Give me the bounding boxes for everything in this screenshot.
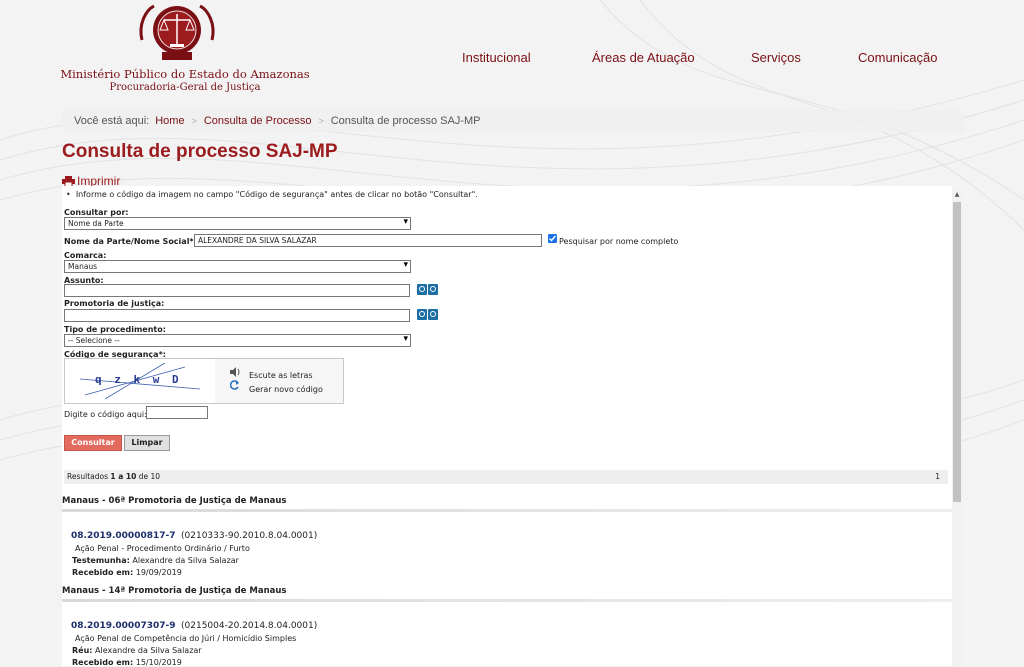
- captcha-text: q z k w D: [95, 373, 182, 386]
- scrollbar-thumb[interactable]: [953, 202, 961, 502]
- comarca-select[interactable]: Manaus: [64, 260, 411, 273]
- form-hint: • Informe o código da imagem no campo "C…: [66, 190, 478, 199]
- top-navigation: Institucional Áreas de Atuação Serviços …: [0, 50, 1024, 68]
- search-icon[interactable]: [417, 284, 427, 295]
- breadcrumb: Você está aqui: Home > Consulta de Processo…: [62, 110, 964, 132]
- breadcrumb-separator-icon: >: [191, 116, 197, 126]
- page: Ministério Público do Estado do Amazonas…: [0, 0, 1024, 667]
- results-summary-bar: Resultados 1 a 10 de 10 1: [64, 470, 948, 484]
- assunto-lookup: [417, 284, 438, 295]
- scroll-up-icon[interactable]: ▲: [952, 190, 962, 200]
- org-name: Ministério Público do Estado do Amazonas: [60, 67, 310, 81]
- process-number-link[interactable]: 08.2019.00007307-9: [71, 621, 176, 631]
- promotoria-lookup: [417, 309, 438, 320]
- results-page[interactable]: 1: [935, 470, 940, 484]
- speaker-icon[interactable]: [230, 367, 240, 377]
- promotoria-input[interactable]: [64, 309, 410, 322]
- process-role: Testemunha: Alexandre da Silva Salazar: [72, 556, 239, 565]
- consultar-por-label: Consultar por:: [64, 208, 129, 217]
- refresh-icon[interactable]: [229, 380, 240, 390]
- tipo-procedimento-select[interactable]: -- Selecione --: [64, 334, 411, 347]
- nav-servicos[interactable]: Serviços: [751, 50, 801, 65]
- nome-completo-label: Pesquisar por nome completo: [559, 237, 679, 246]
- clear-search-icon[interactable]: [428, 284, 438, 295]
- limpar-button[interactable]: Limpar: [124, 435, 170, 451]
- comarca-label: Comarca:: [64, 251, 107, 260]
- process-alt-number: (0215004-20.2014.8.04.0001): [181, 621, 318, 631]
- assunto-input[interactable]: [64, 284, 410, 297]
- captcha-image: q z k w D: [65, 359, 215, 403]
- process-class: Ação Penal - Procedimento Ordinário / Fu…: [75, 544, 250, 553]
- nome-completo-checkbox[interactable]: [548, 234, 557, 243]
- digite-codigo-label: Digite o código aqui:: [64, 410, 147, 419]
- printer-icon: [62, 175, 75, 187]
- process-alt-number: (0210333-90.2010.8.04.0001): [181, 531, 318, 541]
- tipo-procedimento-label: Tipo de procedimento:: [64, 325, 166, 334]
- gerar-codigo-link[interactable]: Gerar novo código: [249, 385, 323, 394]
- process-number-link[interactable]: 08.2019.00000817-7: [71, 531, 176, 541]
- consultar-button[interactable]: Consultar: [64, 435, 122, 451]
- consultar-por-select[interactable]: Nome da Parte: [64, 217, 411, 230]
- page-title: Consulta de processo SAJ-MP: [62, 141, 338, 162]
- codigo-input[interactable]: [146, 406, 208, 419]
- captcha-box: q z k w D Escute as letras Gerar novo có…: [64, 358, 344, 404]
- nome-parte-label: Nome da Parte/Nome Social*:: [64, 237, 197, 246]
- nav-comunicacao[interactable]: Comunicação: [858, 50, 938, 65]
- breadcrumb-prefix: Você está aqui:: [74, 115, 150, 127]
- results-scrollbar[interactable]: ▲: [952, 190, 962, 666]
- escute-letras-link[interactable]: Escute as letras: [249, 371, 313, 380]
- process-role: Réu: Alexandre da Silva Salazar: [72, 646, 202, 655]
- clear-search-icon[interactable]: [428, 309, 438, 320]
- process-class: Ação Penal de Competência do Júri / Homi…: [75, 634, 297, 643]
- nome-parte-input[interactable]: ALEXANDRE DA SILVA SALAZAR: [194, 234, 542, 247]
- result-group-header: Manaus - 14ª Promotoria de Justiça de Ma…: [62, 586, 952, 602]
- breadcrumb-current: Consulta de processo SAJ-MP: [330, 115, 481, 127]
- process-received: Recebido em: 19/09/2019: [72, 568, 182, 577]
- breadcrumb-separator-icon: >: [318, 116, 324, 126]
- check-icon: [549, 235, 557, 242]
- search-icon[interactable]: [417, 309, 427, 320]
- nav-institucional[interactable]: Institucional: [462, 50, 531, 65]
- consulta-panel: • Informe o código da imagem no campo "C…: [62, 186, 952, 667]
- breadcrumb-consulta-processo[interactable]: Consulta de Processo: [204, 115, 312, 127]
- nav-areas-de-atuacao[interactable]: Áreas de Atuação: [592, 50, 695, 65]
- breadcrumb-home[interactable]: Home: [155, 115, 184, 127]
- result-group-header: Manaus - 06ª Promotoria de Justiça de Ma…: [62, 496, 952, 512]
- promotoria-label: Promotoria de justiça:: [64, 299, 165, 308]
- org-subtitle: Procuradoria-Geral de Justiça: [109, 82, 261, 93]
- results-summary: Resultados 1 a 10 de 10: [67, 472, 161, 481]
